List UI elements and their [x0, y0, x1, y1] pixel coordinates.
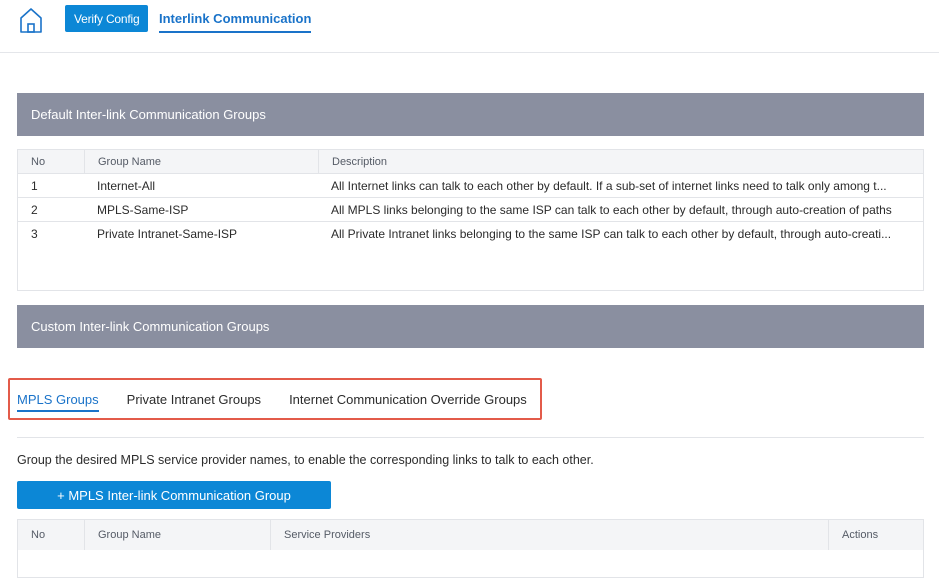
default-groups-table: No Group Name Description 1 Internet-All…: [17, 149, 924, 291]
tab-private-intranet-groups[interactable]: Private Intranet Groups: [127, 392, 261, 412]
mpls-groups-table: No Group Name Service Providers Actions: [17, 519, 924, 578]
row-no: 1: [31, 178, 38, 193]
column-header-actions: Actions: [828, 520, 923, 550]
tab-internet-override-groups[interactable]: Internet Communication Override Groups: [289, 392, 527, 412]
row-group-name: MPLS-Same-ISP: [97, 202, 189, 217]
add-mpls-group-button[interactable]: + MPLS Inter-link Communication Group: [17, 481, 331, 509]
default-groups-header: Default Inter-link Communication Groups: [17, 93, 924, 136]
top-bar: Verify Config Interlink Communication: [0, 0, 939, 53]
row-group-name: Internet-All: [97, 178, 156, 193]
column-header-no: No: [31, 155, 46, 168]
custom-groups-header: Custom Inter-link Communication Groups: [17, 305, 924, 348]
table-header-row: No Group Name Description: [18, 150, 923, 174]
verify-config-button[interactable]: Verify Config: [65, 5, 149, 32]
tab-mpls-groups[interactable]: MPLS Groups: [17, 392, 99, 412]
column-header-no: No: [31, 529, 46, 541]
mpls-help-text: Group the desired MPLS service provider …: [17, 453, 594, 467]
column-header-service-providers: Service Providers: [270, 520, 828, 550]
row-no: 2: [31, 202, 38, 217]
home-icon[interactable]: [17, 6, 45, 34]
custom-groups-tabs: MPLS Groups Private Intranet Groups Inte…: [17, 387, 555, 417]
row-description: All Private Intranet links belonging to …: [331, 227, 892, 241]
divider: [17, 437, 924, 438]
row-description: All MPLS links belonging to the same ISP…: [331, 202, 892, 217]
column-header-group-name: Group Name: [84, 520, 270, 550]
column-header-description: Description: [318, 150, 923, 173]
table-row[interactable]: 3 Private Intranet-Same-ISP All Private …: [18, 222, 923, 246]
table-header-row: No Group Name Service Providers Actions: [18, 520, 923, 550]
row-group-name: Private Intranet-Same-ISP: [97, 227, 238, 241]
column-header-group-name: Group Name: [84, 150, 318, 173]
tab-interlink-communication[interactable]: Interlink Communication: [159, 11, 312, 33]
table-row[interactable]: 2 MPLS-Same-ISP All MPLS links belonging…: [18, 198, 923, 222]
row-description: All Internet links can talk to each othe…: [331, 178, 887, 193]
table-row[interactable]: 1 Internet-All All Internet links can ta…: [18, 174, 923, 198]
row-no: 3: [31, 227, 38, 241]
